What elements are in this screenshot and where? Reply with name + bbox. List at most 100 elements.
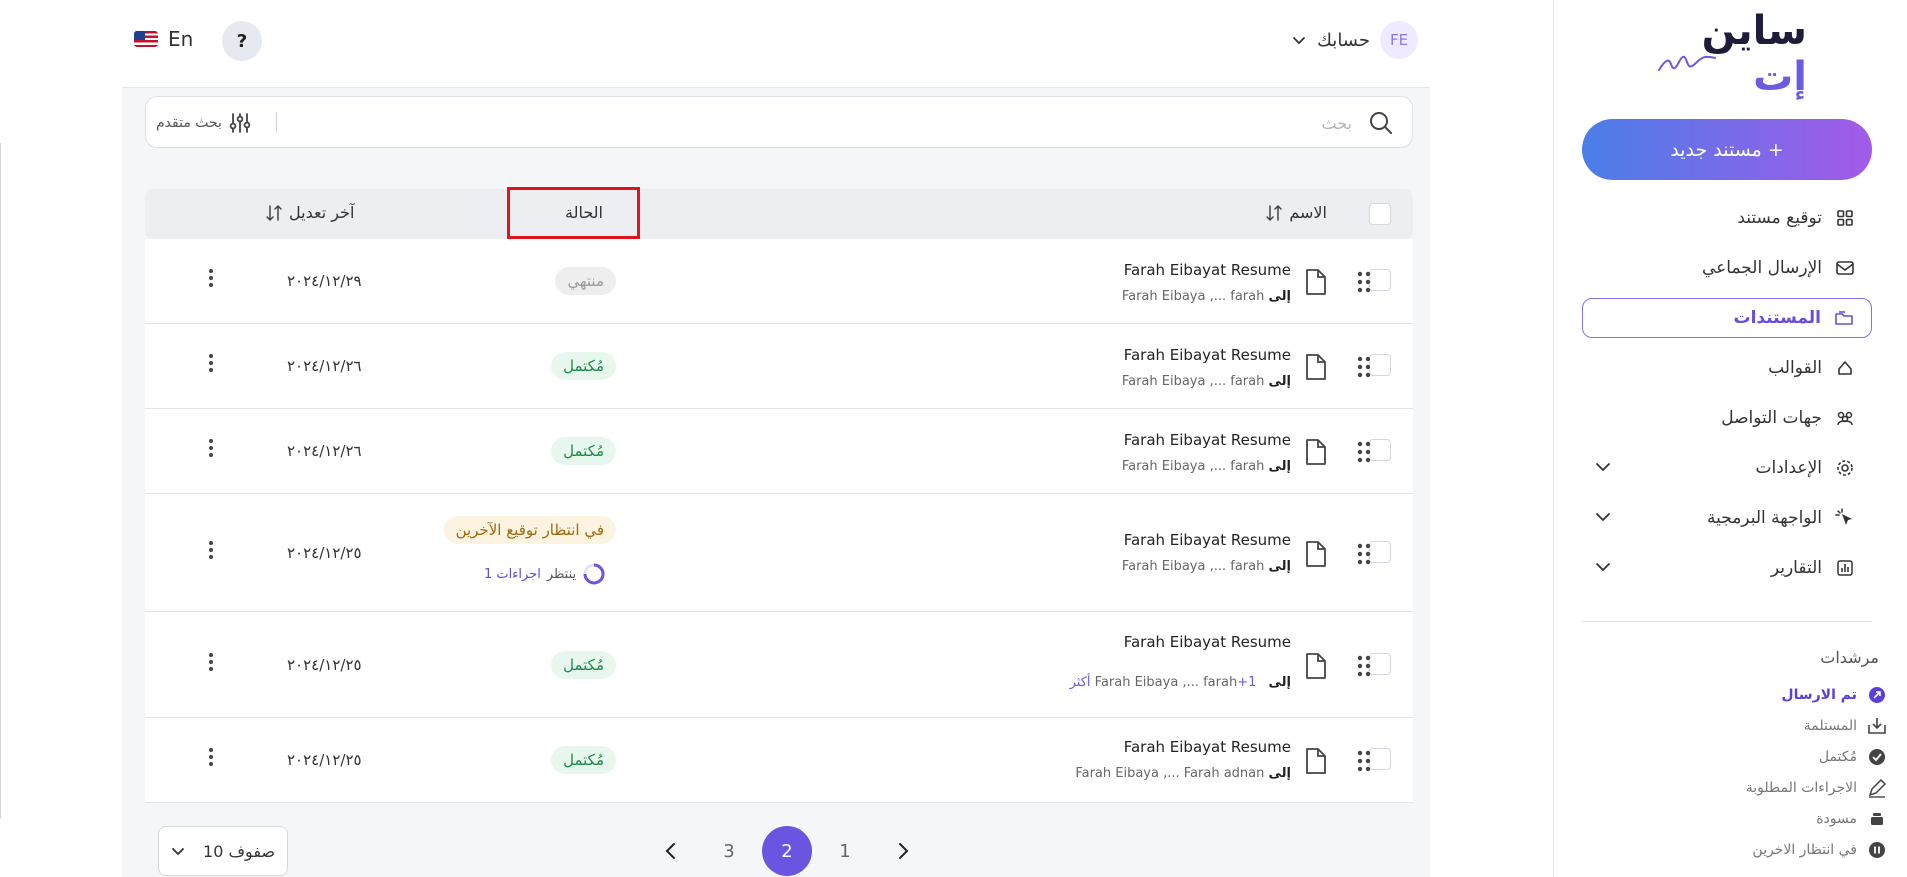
status-badge: منتهي [555,267,616,295]
prev-page-button[interactable] [646,826,696,876]
next-page-button[interactable] [878,826,928,876]
row-menu-icon[interactable] [207,439,215,457]
row-menu-icon[interactable] [207,354,215,372]
pause-icon [1867,840,1887,860]
document-name[interactable]: Farah Eibayat Resume [1124,261,1291,279]
row-checkbox[interactable] [1369,541,1391,563]
chevron-down-icon[interactable] [1594,558,1612,576]
drag-handle-icon[interactable] [1357,271,1371,293]
progress-ring-icon [583,563,605,585]
indicator-label: تم الارسال [1781,687,1857,703]
chevron-down-icon[interactable] [1594,458,1612,476]
table-row[interactable]: Farah Eibayat Resume إلى Farah Eibaya ,.… [145,612,1413,718]
sidebar-item-sign-document[interactable]: توقيع مستند [1582,198,1872,238]
recipients: إلى Farah Eibaya ,... farah [1122,459,1291,474]
header-last-modified[interactable]: آخر تعديل [265,203,354,222]
table-row[interactable]: Farah Eibayat Resume إلى Farah Eibaya ,.… [145,718,1413,803]
recipients: إلى Farah Eibaya ,... farah [1122,289,1291,304]
sidebar-item-label: القوالب [1768,358,1822,378]
document-name[interactable]: Farah Eibayat Resume [1124,431,1291,449]
page-3-button[interactable]: 3 [704,826,754,876]
drag-handle-icon[interactable] [1357,750,1371,772]
sidebar-item-label: جهات التواصل [1721,408,1822,428]
row-checkbox[interactable] [1369,748,1391,770]
advanced-search-button[interactable]: بحث متقدم [156,111,252,135]
document-name[interactable]: Farah Eibayat Resume [1124,531,1291,549]
status-header-highlight [507,187,640,239]
row-checkbox[interactable] [1369,653,1391,675]
pen-icon [1867,778,1887,798]
search-icon[interactable] [1368,110,1394,136]
logo-main: ساين [1701,8,1807,54]
indicator-sent[interactable]: تم الارسال [1781,683,1887,707]
signature-icon [1658,55,1716,71]
indicator-waiting-others[interactable]: في انتظار الاخرين [1752,838,1887,862]
row-menu-icon[interactable] [207,269,215,287]
recipients-list: Farah Eibaya ,... farah [1094,675,1238,690]
row-checkbox[interactable] [1369,269,1391,291]
recipients: إلى Farah Eibaya ,... farah [1122,559,1291,574]
sidebar-nav: توقيع مستند الإرسال الجماعي المستندات ال… [1582,198,1872,598]
file-icon [1306,541,1326,567]
table-header: الاسم الحالة آخر تعديل [145,187,1413,239]
indicator-draft[interactable]: مسودة [1816,807,1887,831]
indicator-action-required[interactable]: الاجراءات المطلوبة [1746,776,1887,800]
indicator-received[interactable]: المستلمة [1804,714,1887,738]
row-menu-icon[interactable] [207,653,215,671]
status-badge: مُكتمل [551,352,616,380]
to-label: إلى [1268,374,1292,389]
check-circle-icon [1867,747,1887,767]
sidebar-item-templates[interactable]: القوالب [1582,348,1872,388]
pending-actions[interactable]: 1 اجراءات [484,567,541,582]
document-name[interactable]: Farah Eibayat Resume [1124,738,1291,756]
table-row[interactable]: Farah Eibayat Resume إلى Farah Eibaya ,.… [145,239,1413,324]
top-bar: En ? حسابك FE [122,0,1430,88]
indicator-completed[interactable]: مُكتمل [1819,745,1887,769]
page-2-button[interactable]: 2 [762,826,812,876]
pointer-icon [1834,507,1856,529]
file-icon [1306,748,1326,774]
row-checkbox[interactable] [1369,439,1391,461]
indicators-title: مرشدات [1820,648,1879,667]
sidebar-item-api[interactable]: الواجهة البرمجية [1582,498,1872,538]
chevron-left-icon [665,843,675,859]
row-menu-icon[interactable] [207,748,215,766]
drag-handle-icon[interactable] [1357,441,1371,463]
chevron-down-icon[interactable] [1594,508,1612,526]
sidebar-item-label: التقارير [1770,558,1822,578]
table-row[interactable]: Farah Eibayat Resume إلى Farah Eibaya ,.… [145,409,1413,494]
sidebar-item-reports[interactable]: التقارير [1582,548,1872,588]
drag-handle-icon[interactable] [1357,543,1371,565]
sidebar: ساين إت + مستند جديد توقيع مستند الإرسال… [1553,0,1907,877]
draft-icon [1867,809,1887,829]
table-row[interactable]: Farah Eibayat Resume إلى Farah Eibaya ,.… [145,494,1413,612]
drag-handle-icon[interactable] [1357,655,1371,677]
sidebar-item-bulk-send[interactable]: الإرسال الجماعي [1582,248,1872,288]
row-menu-icon[interactable] [207,541,215,559]
language-switcher[interactable]: En [134,27,193,51]
page-1-button[interactable]: 1 [820,826,870,876]
table-row[interactable]: Farah Eibayat Resume إلى Farah Eibaya ,.… [145,324,1413,409]
logo[interactable]: ساين إت [1637,8,1807,100]
select-all-checkbox[interactable] [1369,203,1391,225]
contacts-icon [1834,407,1856,429]
chevron-down-icon [172,848,184,856]
help-button[interactable]: ? [222,21,262,61]
header-name[interactable]: الاسم [1265,203,1327,222]
new-document-button[interactable]: + مستند جديد [1582,119,1872,180]
rows-per-page-select[interactable]: 10 صفوف [158,826,288,876]
file-icon [1306,439,1326,465]
sidebar-item-documents[interactable]: المستندات [1582,298,1872,338]
sidebar-item-settings[interactable]: الإعدادات [1582,448,1872,488]
sidebar-item-label: المستندات [1733,308,1821,328]
sidebar-item-contacts[interactable]: جهات التواصل [1582,398,1872,438]
grid-icon [1834,207,1856,229]
to-label: إلى [1268,675,1292,690]
sidebar-item-label: توقيع مستند [1737,208,1822,228]
document-name[interactable]: Farah Eibayat Resume [1124,633,1291,651]
row-checkbox[interactable] [1369,354,1391,376]
document-name[interactable]: Farah Eibayat Resume [1124,346,1291,364]
account-menu[interactable]: حسابك FE [1291,21,1418,59]
search-input[interactable] [332,109,1352,137]
drag-handle-icon[interactable] [1357,356,1371,378]
